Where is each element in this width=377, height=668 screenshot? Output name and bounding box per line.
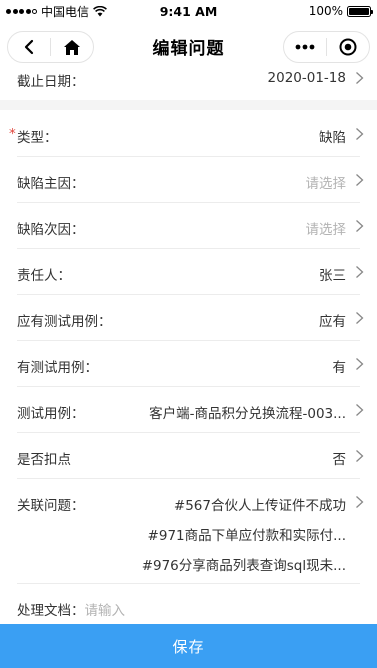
owner-row[interactable]: 责任人： 张三 (0, 264, 377, 286)
deduct-label: 是否扣点 (17, 452, 71, 468)
chevron-right-icon (356, 72, 364, 84)
section-gap (0, 100, 377, 110)
should-have-case-row[interactable]: 应有测试用例： 应有 (0, 310, 377, 332)
related-issue-item[interactable]: #971商品下单应付款和实际付... (148, 524, 346, 544)
chevron-right-icon (356, 312, 364, 324)
row-divider (17, 432, 360, 433)
type-label: 类型： (17, 130, 58, 146)
back-button[interactable] (8, 32, 50, 62)
back-icon (24, 39, 34, 55)
row-divider (17, 478, 360, 479)
battery-icon (347, 5, 373, 17)
chevron-right-icon (356, 450, 364, 462)
test-case-row[interactable]: 测试用例： 客户端-商品积分兑换流程-003... (0, 402, 377, 424)
carrier-label: 中国电信 (41, 4, 90, 19)
deadline-row[interactable]: 截止日期： 2020-01-18 (0, 70, 377, 92)
deduct-row[interactable]: 是否扣点 否 (0, 448, 377, 470)
type-label-wrap: * 类型： (9, 126, 58, 146)
more-icon (295, 44, 315, 50)
home-icon (64, 39, 80, 55)
chevron-right-icon (356, 266, 364, 278)
deduct-value: 否 (332, 452, 347, 468)
chevron-right-icon (356, 174, 364, 186)
nav-right-capsule (283, 31, 370, 63)
chevron-right-icon (356, 128, 364, 140)
owner-label: 责任人： (17, 268, 71, 284)
deadline-label: 截止日期： (17, 74, 85, 90)
has-case-label: 有测试用例： (17, 360, 98, 376)
status-left: 中国电信 (6, 3, 107, 20)
secondary-cause-row[interactable]: 缺陷次因： 请选择 (0, 218, 377, 240)
main-cause-value: 请选择 (305, 176, 347, 192)
more-button[interactable] (284, 32, 326, 62)
main-cause-row[interactable]: 缺陷主因： 请选择 (0, 172, 377, 194)
document-label: 处理文档： (17, 603, 85, 619)
signal-icon (6, 8, 37, 14)
secondary-cause-label: 缺陷次因： (17, 222, 85, 238)
should-have-case-label: 应有测试用例： (17, 314, 112, 330)
chevron-right-icon (356, 358, 364, 370)
deadline-value: 2020-01-18 (267, 70, 346, 86)
related-issues-row[interactable]: 关联问题： #567合伙人上传证件不成功 #971商品下单应付款和实际付... … (0, 494, 377, 574)
nav-left-capsule (7, 31, 94, 63)
row-divider (17, 156, 360, 157)
owner-value: 张三 (319, 268, 346, 284)
battery-percent: 100% (308, 4, 343, 18)
document-input[interactable]: 请输入 (85, 603, 126, 619)
document-row: 处理文档：请输入 (0, 599, 377, 621)
main-cause-label: 缺陷主因： (17, 176, 85, 192)
chevron-right-icon (356, 404, 364, 416)
related-issue-item[interactable]: #976分享商品列表查询sql现未... (142, 554, 346, 574)
status-bar: 中国电信 9:41 AM 100% (0, 0, 377, 22)
related-issue-item[interactable]: #567合伙人上传证件不成功 (174, 494, 346, 514)
nav-bar: 编辑问题 (0, 22, 377, 70)
row-divider (17, 202, 360, 203)
close-icon (339, 38, 357, 56)
related-issues-label: 关联问题： (17, 498, 85, 514)
required-mark: * (9, 126, 16, 142)
type-value: 缺陷 (319, 130, 346, 146)
secondary-cause-value: 请选择 (305, 222, 347, 238)
has-case-row[interactable]: 有测试用例： 有 (0, 356, 377, 378)
chevron-right-icon (356, 220, 364, 232)
should-have-case-value: 应有 (319, 314, 346, 330)
document-label-wrap: 处理文档：请输入 (17, 599, 125, 619)
type-row[interactable]: * 类型： 缺陷 (0, 126, 377, 148)
row-divider (17, 294, 360, 295)
row-divider (17, 386, 360, 387)
has-case-value: 有 (332, 360, 347, 376)
wifi-icon (93, 5, 107, 16)
status-right: 100% (308, 4, 373, 18)
row-divider (17, 340, 360, 341)
row-divider (17, 583, 360, 584)
test-case-value: 客户端-商品积分兑换流程-003... (149, 406, 346, 422)
save-button[interactable]: 保存 (0, 624, 377, 668)
test-case-label: 测试用例： (17, 406, 85, 422)
page-title: 编辑问题 (152, 38, 225, 59)
close-button[interactable] (327, 32, 369, 62)
home-button[interactable] (51, 32, 93, 62)
row-divider (17, 248, 360, 249)
chevron-right-icon (356, 496, 364, 508)
